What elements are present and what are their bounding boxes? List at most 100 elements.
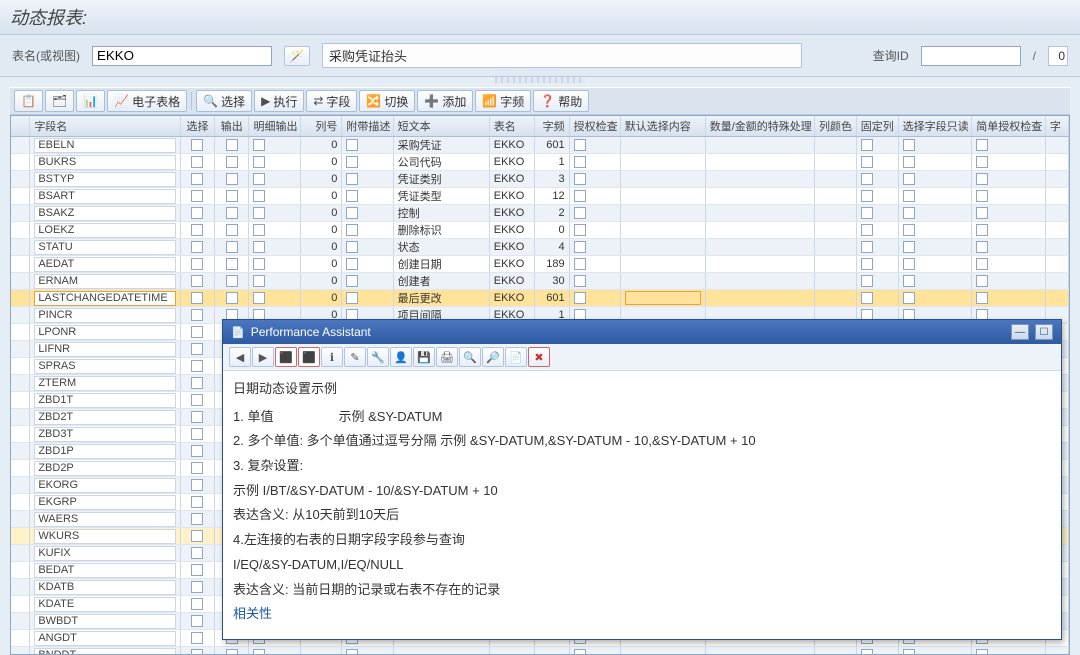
select-checkbox[interactable] <box>191 275 203 287</box>
toolbar-字频[interactable]: 📶字频 <box>475 90 531 112</box>
readonly-checkbox[interactable] <box>903 156 915 168</box>
pa-back-button[interactable]: ◀ <box>229 347 251 367</box>
table-row[interactable]: EBELN0采购凭证EKKO601 <box>11 137 1069 154</box>
fixed-checkbox[interactable] <box>861 156 873 168</box>
readonly-checkbox[interactable] <box>903 649 915 655</box>
col-header[interactable]: 授权检查 <box>570 116 621 136</box>
col-header[interactable]: 短文本 <box>394 116 490 136</box>
select-checkbox[interactable] <box>191 343 203 355</box>
detail-checkbox[interactable] <box>253 275 265 287</box>
table-name-input[interactable] <box>92 46 272 66</box>
readonly-checkbox[interactable] <box>903 258 915 270</box>
toolbar-btn[interactable]: 📊 <box>76 90 105 112</box>
col-header[interactable]: 表名 <box>490 116 536 136</box>
pa-obj1-button[interactable]: ⬛ <box>275 347 297 367</box>
detail-checkbox[interactable] <box>253 207 265 219</box>
output-checkbox[interactable] <box>226 275 238 287</box>
attach-checkbox[interactable] <box>346 275 358 287</box>
readonly-checkbox[interactable] <box>903 224 915 236</box>
simple-auth-checkbox[interactable] <box>976 190 988 202</box>
attach-checkbox[interactable] <box>346 156 358 168</box>
select-checkbox[interactable] <box>191 224 203 236</box>
col-header[interactable]: 明细输出 <box>249 116 300 136</box>
select-checkbox[interactable] <box>191 377 203 389</box>
table-row[interactable]: BSTYP0凭证类别EKKO3 <box>11 171 1069 188</box>
simple-auth-checkbox[interactable] <box>976 156 988 168</box>
col-header[interactable]: 数量/金额的特殊处理 <box>706 116 815 136</box>
col-header[interactable]: 列号 <box>301 116 343 136</box>
select-checkbox[interactable] <box>191 173 203 185</box>
fixed-checkbox[interactable] <box>861 190 873 202</box>
table-row[interactable]: BNDDT <box>11 647 1069 655</box>
field-name[interactable]: LASTCHANGEDATETIME <box>34 291 176 306</box>
toolbar-电子表格[interactable]: 📈电子表格 <box>107 90 187 112</box>
fixed-checkbox[interactable] <box>861 207 873 219</box>
select-checkbox[interactable] <box>191 360 203 372</box>
field-name[interactable]: ZBD1T <box>34 393 176 408</box>
readonly-checkbox[interactable] <box>903 292 915 304</box>
output-checkbox[interactable] <box>226 207 238 219</box>
col-header[interactable]: 选择字段只读 <box>899 116 973 136</box>
select-checkbox[interactable] <box>191 411 203 423</box>
col-header[interactable]: 字 <box>1046 116 1069 136</box>
detail-checkbox[interactable] <box>253 139 265 151</box>
output-checkbox[interactable] <box>226 156 238 168</box>
simple-auth-checkbox[interactable] <box>976 275 988 287</box>
toolbar-字段[interactable]: ⇄字段 <box>306 90 357 112</box>
select-checkbox[interactable] <box>191 462 203 474</box>
detail-checkbox[interactable] <box>253 292 265 304</box>
query-id-input[interactable] <box>921 46 1021 66</box>
field-name[interactable]: ZBD3T <box>34 427 176 442</box>
table-row[interactable]: STATU0状态EKKO4 <box>11 239 1069 256</box>
select-checkbox[interactable] <box>191 139 203 151</box>
auth-checkbox[interactable] <box>574 224 586 236</box>
pa-new-button[interactable]: 📄 <box>505 347 527 367</box>
select-checkbox[interactable] <box>191 513 203 525</box>
field-name[interactable]: KUFIX <box>34 546 176 561</box>
select-checkbox[interactable] <box>191 598 203 610</box>
detail-checkbox[interactable] <box>253 258 265 270</box>
output-checkbox[interactable] <box>226 241 238 253</box>
field-name[interactable]: WKURS <box>34 529 176 544</box>
pa-edit-button[interactable]: ✎ <box>344 347 366 367</box>
attach-checkbox[interactable] <box>346 649 358 655</box>
select-checkbox[interactable] <box>191 292 203 304</box>
col-header[interactable]: 固定列 <box>857 116 899 136</box>
detail-checkbox[interactable] <box>253 156 265 168</box>
pa-next-button[interactable]: 🔎 <box>482 347 504 367</box>
table-row[interactable]: BUKRS0公司代码EKKO1 <box>11 154 1069 171</box>
auth-checkbox[interactable] <box>574 275 586 287</box>
attach-checkbox[interactable] <box>346 258 358 270</box>
table-row[interactable]: BSART0凭证类型EKKO12 <box>11 188 1069 205</box>
fixed-checkbox[interactable] <box>861 258 873 270</box>
toolbar-btn[interactable]: 🗂 <box>45 90 74 112</box>
output-checkbox[interactable] <box>226 649 238 655</box>
field-name[interactable]: WAERS <box>34 512 176 527</box>
field-name[interactable]: SPRAS <box>34 359 176 374</box>
splitter-grip[interactable] <box>495 77 585 83</box>
fixed-checkbox[interactable] <box>861 173 873 185</box>
simple-auth-checkbox[interactable] <box>976 241 988 253</box>
table-row[interactable]: BSAKZ0控制EKKO2 <box>11 205 1069 222</box>
pa-save-button[interactable]: 💾 <box>413 347 435 367</box>
readonly-checkbox[interactable] <box>903 207 915 219</box>
attach-checkbox[interactable] <box>346 292 358 304</box>
select-checkbox[interactable] <box>191 581 203 593</box>
auth-checkbox[interactable] <box>574 241 586 253</box>
auth-checkbox[interactable] <box>574 649 586 655</box>
pa-fwd-button[interactable]: ▶ <box>252 347 274 367</box>
field-name[interactable]: EKORG <box>34 478 176 493</box>
select-checkbox[interactable] <box>191 530 203 542</box>
maximize-button[interactable]: ☐ <box>1035 324 1053 340</box>
default-input[interactable] <box>625 291 701 305</box>
col-header[interactable]: 简单授权检查 <box>972 116 1046 136</box>
field-name[interactable]: ANGDT <box>34 631 176 646</box>
toolbar-btn[interactable]: 📋 <box>14 90 43 112</box>
table-row[interactable]: AEDAT0创建日期EKKO189 <box>11 256 1069 273</box>
toolbar-帮助[interactable]: ❓帮助 <box>533 90 589 112</box>
select-checkbox[interactable] <box>191 615 203 627</box>
auth-checkbox[interactable] <box>574 156 586 168</box>
field-name[interactable]: BUKRS <box>34 155 176 170</box>
field-name[interactable]: STATU <box>34 240 176 255</box>
field-name[interactable]: BEDAT <box>34 563 176 578</box>
